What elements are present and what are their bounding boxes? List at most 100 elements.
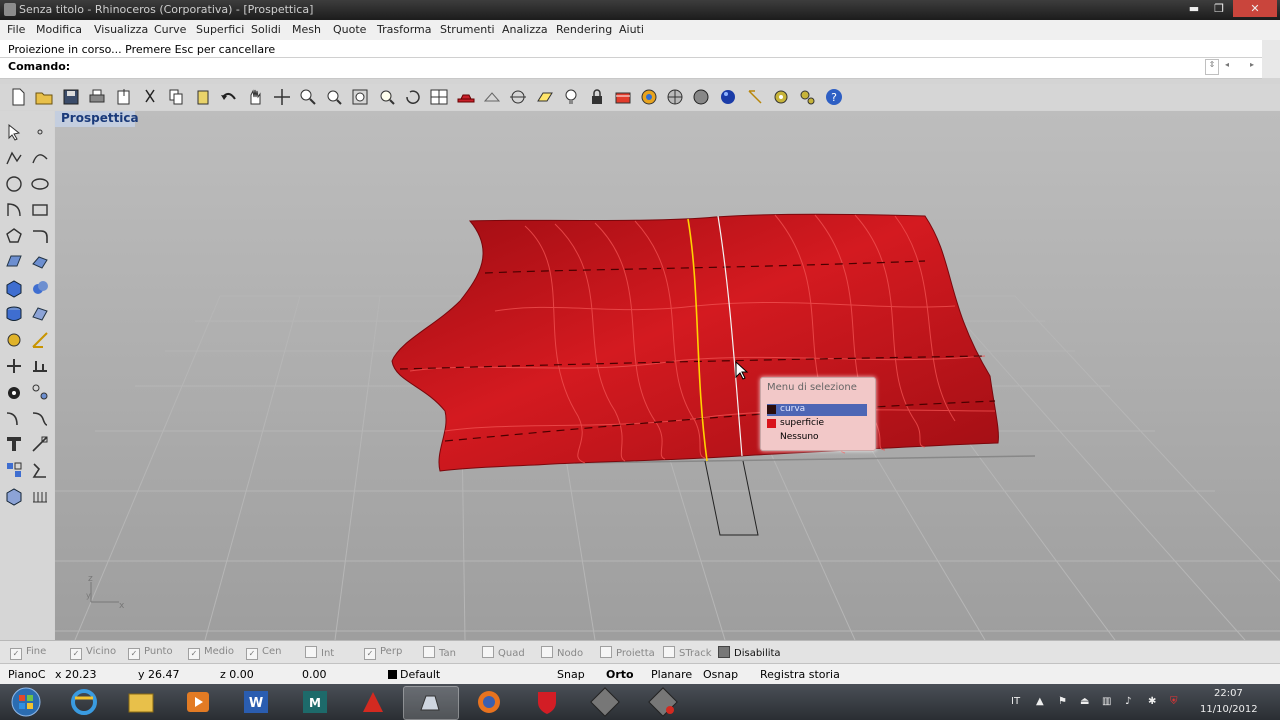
transform-icon[interactable] — [4, 330, 24, 350]
menu-aiuti[interactable]: Aiuti — [619, 23, 644, 36]
current-layer[interactable]: Default — [400, 668, 440, 681]
media-player-icon[interactable] — [171, 686, 225, 718]
osnap-strack[interactable]: STrack — [663, 646, 712, 659]
menu-strumenti[interactable]: Strumenti — [440, 23, 495, 36]
fillet-icon[interactable] — [30, 226, 50, 246]
tray-volume-icon[interactable]: ♪ — [1125, 696, 1131, 707]
close-button[interactable]: ✕ — [1233, 0, 1277, 17]
move-icon[interactable] — [4, 356, 24, 376]
copy-icon[interactable] — [166, 87, 186, 107]
osnap-toggle[interactable]: Osnap — [703, 668, 738, 681]
max-app-icon[interactable]: M — [288, 686, 342, 718]
rotate-view-icon[interactable] — [403, 87, 423, 107]
options-icon[interactable] — [797, 87, 817, 107]
menu-curve[interactable]: Curve — [154, 23, 186, 36]
select-icon[interactable] — [4, 122, 24, 142]
explorer-folder-icon[interactable] — [114, 686, 168, 718]
osnap-int[interactable]: Int — [305, 646, 334, 659]
minimize-button[interactable]: ▬ — [1183, 0, 1205, 17]
menu-trasforma[interactable]: Trasforma — [377, 23, 431, 36]
tray-expand-icon[interactable]: ▲ — [1036, 696, 1044, 707]
viewport-layout-icon[interactable] — [429, 87, 449, 107]
osnap-disabilita[interactable]: Disabilita — [718, 646, 781, 659]
osnap-punto[interactable]: ✓ Punto — [128, 646, 173, 660]
import-icon[interactable] — [114, 87, 134, 107]
group-icon[interactable] — [4, 382, 24, 402]
osnap-nodo[interactable]: Nodo — [541, 646, 583, 659]
align-icon[interactable] — [30, 356, 50, 376]
selection-menu[interactable]: Menu di selezione curva superficie Nessu… — [760, 377, 876, 451]
cplane-icon[interactable] — [535, 87, 555, 107]
circle-icon[interactable] — [4, 174, 24, 194]
record-history-toggle[interactable]: Registra storia — [760, 668, 840, 681]
word-icon[interactable]: W — [229, 686, 283, 718]
antivirus-icon[interactable] — [520, 686, 574, 718]
osnap-cen[interactable]: ✓ Cen — [246, 646, 281, 660]
scale-icon[interactable] — [30, 434, 50, 454]
pan-icon[interactable] — [245, 87, 265, 107]
menu-modifica[interactable]: Modifica — [36, 23, 82, 36]
car-icon[interactable] — [456, 87, 476, 107]
menu-quote[interactable]: Quote — [333, 23, 366, 36]
selection-item-superficie[interactable]: superficie — [767, 418, 867, 430]
snap-icon[interactable] — [508, 87, 528, 107]
firefox-icon[interactable] — [462, 686, 516, 718]
save-icon[interactable] — [61, 87, 81, 107]
bend-icon[interactable] — [4, 408, 24, 428]
osnap-tan[interactable]: Tan — [423, 646, 456, 659]
curve-pt-icon[interactable] — [30, 148, 50, 168]
undo-icon[interactable] — [219, 87, 239, 107]
cplane-indicator[interactable]: PianoC — [8, 668, 46, 681]
polyline-icon[interactable] — [4, 148, 24, 168]
zoom-extents-icon[interactable] — [350, 87, 370, 107]
paste-icon[interactable] — [193, 87, 213, 107]
ortho-toggle[interactable]: Orto — [606, 668, 634, 681]
perspective-viewport[interactable]: z x y — [55, 111, 1280, 640]
mesh-icon[interactable] — [30, 304, 50, 324]
rectangle-icon[interactable] — [30, 200, 50, 220]
surface-edge-icon[interactable] — [30, 252, 50, 272]
text-icon[interactable] — [4, 434, 24, 454]
recorder-icon[interactable] — [636, 686, 690, 718]
zoom-window-icon[interactable] — [324, 87, 344, 107]
layer-icon[interactable] — [613, 87, 633, 107]
render-icon[interactable] — [718, 87, 738, 107]
move-view-icon[interactable] — [272, 87, 292, 107]
extrude-icon[interactable] — [4, 304, 24, 324]
tray-network-icon[interactable]: ▥ — [1102, 696, 1111, 707]
language-indicator[interactable]: IT — [1011, 696, 1020, 707]
cut-icon[interactable] — [140, 87, 160, 107]
selection-item-nessuno[interactable]: Nessuno — [767, 432, 867, 444]
maximize-button[interactable]: ❐ — [1208, 0, 1230, 17]
light-icon[interactable] — [561, 87, 581, 107]
menu-visualizza[interactable]: Visualizza — [94, 23, 148, 36]
tray-antivirus-icon[interactable]: ⛨ — [1170, 696, 1178, 707]
osnap-fine[interactable]: ✓ Fine — [10, 646, 46, 660]
array-icon[interactable] — [30, 382, 50, 402]
windows-start-icon[interactable] — [6, 686, 46, 718]
acrobat-icon[interactable] — [346, 686, 400, 718]
lock-icon[interactable] — [587, 87, 607, 107]
dimension-tool-icon[interactable] — [30, 330, 50, 350]
print-icon[interactable] — [87, 87, 107, 107]
color-wheel-icon[interactable] — [639, 87, 659, 107]
osnap-quad[interactable]: Quad — [482, 646, 525, 659]
surface-pt-icon[interactable] — [4, 252, 24, 272]
blend-icon[interactable] — [30, 408, 50, 428]
polygon-icon[interactable] — [4, 226, 24, 246]
tray-bluetooth-icon[interactable]: ✱ — [1148, 696, 1156, 707]
planar-toggle[interactable]: Planare — [651, 668, 692, 681]
solid-union-icon[interactable] — [30, 278, 50, 298]
help-icon[interactable]: ? — [824, 87, 844, 107]
history-back-icon[interactable]: ◂ — [1225, 60, 1229, 69]
shade-icon[interactable] — [665, 87, 685, 107]
osnap-perp[interactable]: ✓ Perp — [364, 646, 402, 660]
menu-analizza[interactable]: Analizza — [502, 23, 548, 36]
wireframe-icon[interactable] — [482, 87, 502, 107]
boolean-icon[interactable] — [4, 460, 24, 480]
internet-explorer-icon[interactable] — [57, 686, 111, 718]
command-scrollbar[interactable] — [1262, 40, 1280, 78]
menu-file[interactable]: File — [7, 23, 25, 36]
menu-superfici[interactable]: Superfici — [196, 23, 244, 36]
osnap-medio[interactable]: ✓ Medio — [188, 646, 234, 660]
